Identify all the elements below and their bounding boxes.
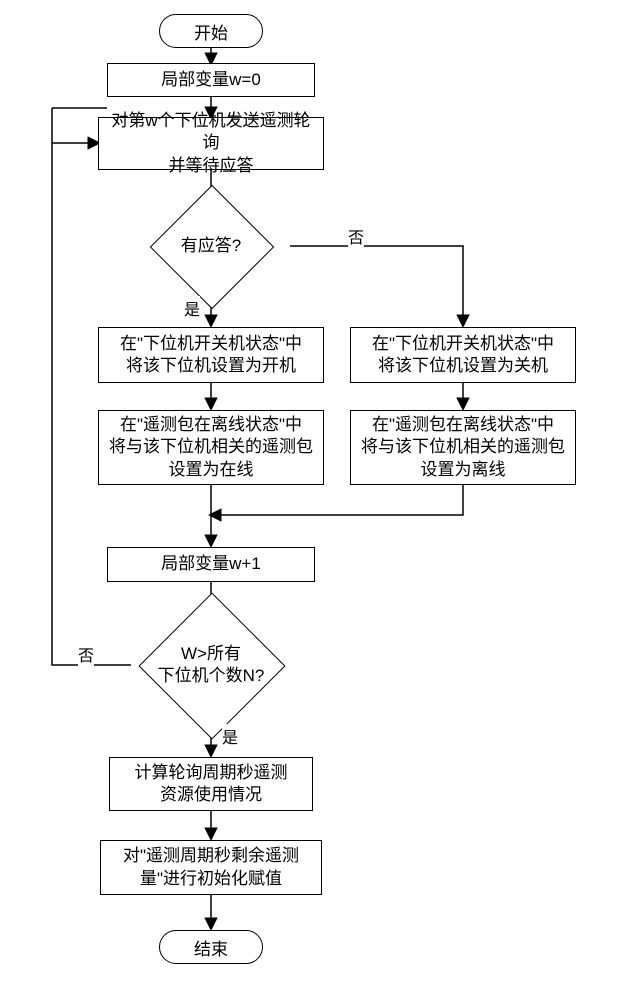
n7-label: 对"遥测周期秒剩余遥测 量"进行初始化赋值: [123, 845, 299, 889]
n6-label: 计算轮询周期秒遥测 资源使用情况: [135, 762, 288, 806]
process-init-w: 局部变量w=0: [107, 63, 315, 97]
process-set-on: 在"下位机开关机状态"中 将该下位机设置为开机: [98, 327, 324, 383]
d2-label: W>所有 下位机个数N?: [158, 643, 265, 687]
d2-yes-label: 是: [222, 724, 238, 748]
d1-label: 有应答?: [181, 235, 241, 257]
n3a-label: 在"下位机开关机状态"中 将该下位机设置为开机: [120, 333, 302, 377]
d2-no-label: 否: [78, 642, 94, 666]
end-label: 结束: [194, 935, 228, 960]
start-label: 开始: [194, 19, 228, 44]
n5-label: 局部变量w+1: [161, 553, 261, 575]
process-increment-w: 局部变量w+1: [107, 547, 315, 582]
process-send-poll: 对第w个下位机发送遥测轮询 并等待应答: [98, 117, 324, 170]
terminator-end: 结束: [159, 930, 263, 964]
process-set-off: 在"下位机开关机状态"中 将该下位机设置为关机: [350, 327, 576, 383]
process-calc-usage: 计算轮询周期秒遥测 资源使用情况: [109, 757, 313, 811]
process-init-remaining: 对"遥测周期秒剩余遥测 量"进行初始化赋值: [100, 840, 322, 895]
d1-no-label: 否: [348, 224, 364, 248]
d1-yes-label: 是: [184, 296, 200, 320]
n1-label: 局部变量w=0: [161, 69, 261, 91]
decision-w-gt-n-label: W>所有 下位机个数N?: [140, 615, 282, 715]
decision-has-response-label: 有应答?: [152, 202, 270, 290]
n3b-label: 在"下位机开关机状态"中 将该下位机设置为关机: [372, 333, 554, 377]
process-pkt-online: 在"遥测包在离线状态"中 将与该下位机相关的遥测包 设置为在线: [98, 410, 324, 485]
n4b-label: 在"遥测包在离线状态"中 将与该下位机相关的遥测包 设置为离线: [361, 414, 565, 480]
process-pkt-offline: 在"遥测包在离线状态"中 将与该下位机相关的遥测包 设置为离线: [350, 410, 576, 485]
flowchart-canvas: 开始 局部变量w=0 对第w个下位机发送遥测轮询 并等待应答 有应答? 是 否 …: [0, 0, 625, 1000]
n4a-label: 在"遥测包在离线状态"中 将与该下位机相关的遥测包 设置为在线: [109, 414, 313, 480]
n2-label: 对第w个下位机发送遥测轮询 并等待应答: [105, 110, 317, 176]
terminator-start: 开始: [159, 14, 263, 48]
